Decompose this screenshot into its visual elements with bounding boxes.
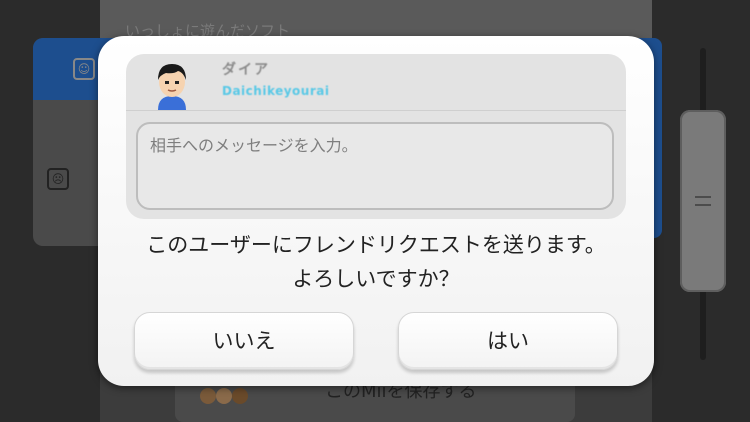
message-input[interactable]	[136, 122, 614, 210]
grip-line	[695, 196, 711, 198]
confirm-line-1: このユーザーにフレンドリクエストを送ります。	[146, 233, 606, 257]
request-card: ダイア Daichikeyourai	[126, 54, 626, 219]
confirm-message: このユーザーにフレンドリクエストを送ります。 よろしいですか？	[98, 228, 654, 296]
yes-button[interactable]: はい	[398, 312, 618, 370]
sad-face-icon: ☹	[47, 168, 69, 190]
mii-group-icon	[200, 388, 248, 404]
user-id: Daichikeyourai	[222, 84, 330, 98]
friend-request-dialog: ダイア Daichikeyourai このユーザーにフレンドリクエストを送ります…	[98, 36, 654, 386]
smile-face-icon: ☺	[73, 58, 95, 80]
mii-avatar-icon	[158, 64, 186, 110]
no-button[interactable]: いいえ	[134, 312, 354, 370]
scroll-handle[interactable]	[680, 110, 726, 292]
grip-line	[695, 204, 711, 206]
confirm-line-2: よろしいですか？	[292, 267, 460, 291]
user-header: ダイア Daichikeyourai	[126, 54, 626, 111]
user-name: ダイア	[222, 62, 270, 78]
